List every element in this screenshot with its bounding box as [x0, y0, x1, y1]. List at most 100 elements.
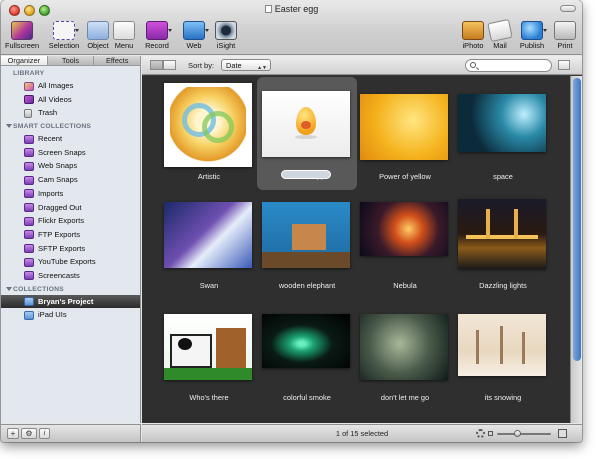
sidebar-item-screencasts[interactable]: Screencasts — [1, 269, 140, 283]
thumbnail-image — [262, 314, 350, 368]
info-panel-button[interactable] — [558, 60, 570, 70]
thumbnail-image — [360, 202, 448, 256]
sidebar-item-screen-snaps[interactable]: Screen Snaps — [1, 146, 140, 160]
zoom-small-icon — [488, 431, 493, 436]
mail-icon — [487, 18, 513, 43]
thumbnail-item[interactable]: Power of yellow — [355, 79, 455, 192]
folder-icon — [24, 297, 34, 307]
list-view-button[interactable] — [163, 60, 176, 70]
grid-view-button[interactable] — [150, 60, 163, 70]
dropdown-arrow-icon — [543, 29, 547, 32]
smart-collection-icon — [24, 230, 34, 240]
sidebar-item-imports[interactable]: Imports — [1, 187, 140, 201]
sidebar-item-ipad-uis[interactable]: iPad UIs — [1, 308, 140, 322]
scrollbar-thumb[interactable] — [573, 78, 581, 361]
vertical-scrollbar[interactable] — [570, 76, 582, 423]
search-field[interactable] — [465, 59, 552, 72]
add-button[interactable]: + — [7, 428, 19, 439]
titlebar: Easter egg Fullscreen Selection Object M… — [1, 0, 582, 55]
sidebar-item-youtube-exports[interactable]: YouTube Exports — [1, 255, 140, 269]
search-icon — [470, 62, 476, 68]
source-list: LIBRARY All Images All Videos Trash SMAR… — [1, 67, 140, 322]
smart-collection-icon — [24, 257, 34, 267]
web-button[interactable]: Web — [180, 21, 209, 53]
folder-icon — [24, 310, 34, 320]
selection-icon — [53, 21, 79, 40]
sidebar-item-web-snaps[interactable]: Web Snaps — [1, 159, 140, 173]
tab-organizer[interactable]: Organizer — [1, 56, 48, 65]
sidebar-item-trash[interactable]: Trash — [1, 106, 140, 120]
sidebar-item-sftp-exports[interactable]: SFTP Exports — [1, 242, 140, 256]
thumbnail-item[interactable]: don't let me go — [355, 304, 455, 417]
smart-collections-header[interactable]: SMART COLLECTIONS — [1, 120, 140, 132]
library-header: LIBRARY — [13, 70, 45, 77]
object-button[interactable]: Object — [84, 21, 112, 53]
sidebar-item-flickr-exports[interactable]: Flickr Exports — [1, 214, 140, 228]
thumbnail-item-selected[interactable]: Easter egg — [257, 77, 357, 190]
thumbnail-item[interactable]: Who's there — [159, 304, 259, 417]
sidebar-item-bryans-project[interactable]: Bryan's Project — [1, 294, 140, 309]
sidebar-footer: + ⚙ i — [1, 424, 141, 442]
window-title: Easter egg — [1, 4, 582, 14]
thumbnail-item[interactable]: Dazzling lights — [453, 192, 553, 305]
isight-icon — [215, 21, 237, 40]
thumbnail-image — [164, 314, 252, 380]
dropdown-arrow-icon — [205, 29, 209, 32]
thumbnail-item[interactable]: Artistic — [159, 79, 259, 192]
record-button[interactable]: Record — [140, 21, 174, 53]
thumbnail-item[interactable]: colorful smoke — [257, 304, 357, 417]
thumbnail-image — [164, 83, 252, 167]
action-menu-button[interactable]: ⚙ — [21, 428, 37, 439]
sidebar-tabs: Organizer Tools Effects — [1, 56, 142, 66]
sidebar-item-cam-snaps[interactable]: Cam Snaps — [1, 173, 140, 187]
chevron-down-icon: ▲▼ — [257, 65, 267, 71]
tab-tools[interactable]: Tools — [47, 56, 95, 65]
sidebar-item-ftp-exports[interactable]: FTP Exports — [1, 228, 140, 242]
trash-icon — [24, 108, 32, 118]
thumbnail-image — [458, 94, 546, 152]
selection-button[interactable]: Selection — [47, 21, 81, 53]
thumbnail-item[interactable]: wooden elephant — [257, 192, 357, 305]
gear-icon[interactable] — [476, 429, 485, 438]
videos-icon — [24, 95, 34, 105]
info-button[interactable]: i — [39, 428, 50, 439]
tab-effects[interactable]: Effects — [94, 56, 142, 65]
record-icon — [146, 21, 172, 40]
images-icon — [24, 81, 34, 91]
isight-button[interactable]: iSight — [212, 21, 240, 53]
disclosure-triangle-icon — [6, 286, 12, 291]
caption-edit-field[interactable]: Easter egg — [281, 170, 331, 180]
collections-header[interactable]: COLLECTIONS — [1, 283, 140, 295]
app-window: Easter egg Fullscreen Selection Object M… — [1, 0, 582, 442]
iphoto-button[interactable]: iPhoto — [458, 21, 488, 53]
browser-footer: 1 of 15 selected — [142, 424, 582, 442]
thumbnail-size-slider[interactable] — [497, 433, 551, 435]
sidebar-item-all-images[interactable]: All Images — [1, 79, 140, 93]
thumbnail-item[interactable]: space — [453, 79, 553, 192]
web-icon — [183, 21, 209, 40]
menu-button[interactable]: Menu — [110, 21, 138, 53]
sidebar-item-dragged-out[interactable]: Dragged Out — [1, 201, 140, 215]
thumbnail-item[interactable]: its snowing — [453, 304, 553, 417]
slider-knob[interactable] — [514, 430, 521, 437]
sort-select[interactable]: Date ▲▼ — [221, 59, 271, 71]
thumbnail-item[interactable]: Swan — [159, 192, 259, 305]
smart-collection-icon — [24, 161, 34, 171]
sidebar-item-all-videos[interactable]: All Videos — [1, 93, 140, 107]
fullscreen-button[interactable]: Fullscreen — [5, 21, 39, 53]
sidebar-item-recent[interactable]: Recent — [1, 132, 140, 146]
browser-toolbar: Sort by: Date ▲▼ — [142, 56, 582, 75]
info-icon: i — [43, 430, 46, 437]
dropdown-arrow-icon — [168, 29, 172, 32]
thumbnail-item[interactable]: Nebula — [355, 192, 455, 305]
fullscreen-icon — [11, 21, 33, 40]
publish-button[interactable]: Publish — [516, 21, 548, 53]
gear-icon: ⚙ — [25, 429, 33, 438]
toolbar-toggle-button[interactable] — [560, 5, 576, 12]
search-input[interactable] — [480, 61, 546, 70]
smart-collection-icon — [24, 244, 34, 254]
thumbnail-image — [458, 314, 546, 376]
mail-button[interactable]: Mail — [487, 18, 513, 53]
document-icon — [264, 5, 272, 13]
print-button[interactable]: Print — [552, 21, 578, 53]
